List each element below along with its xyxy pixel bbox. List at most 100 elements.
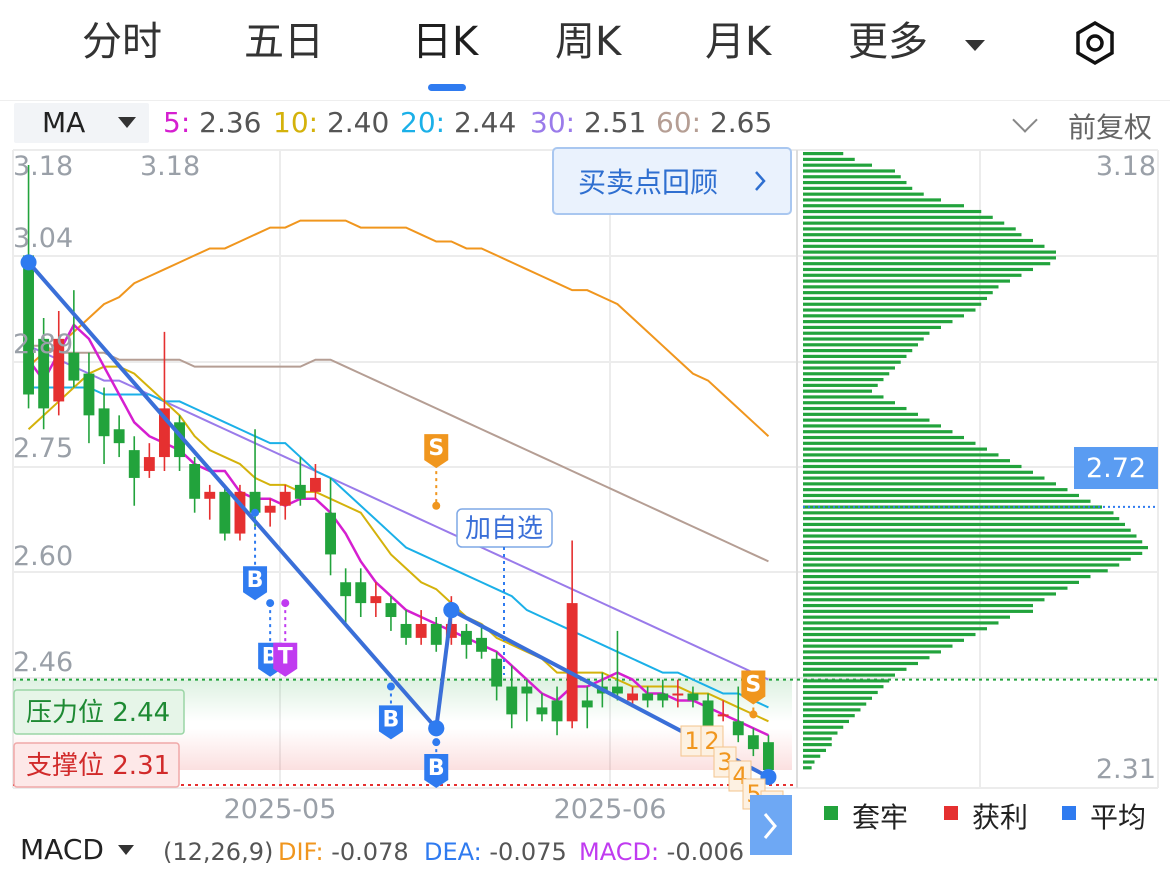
candle-body: [747, 735, 759, 750]
price-tick-label: 3.04: [13, 223, 73, 254]
volume-profile-bar: [803, 244, 1045, 248]
volume-profile-bar: [803, 256, 1056, 260]
macd-selector[interactable]: MACD: [20, 833, 104, 866]
volume-profile-bar: [803, 395, 884, 399]
volume-profile-bar: [803, 349, 913, 353]
volume-profile-bar: [803, 696, 872, 700]
candle-body: [521, 686, 533, 694]
candle-body: [189, 464, 201, 499]
volume-profile-bar: [803, 482, 1056, 486]
price-tick-label: 3.18: [13, 151, 73, 182]
marker-label: B: [383, 707, 400, 732]
trend-point: [20, 254, 37, 271]
volume-profile-bar: [803, 360, 901, 364]
volume-profile-bar: [803, 354, 907, 358]
volume-profile-bar: [803, 453, 999, 457]
volume-profile-bar: [803, 418, 930, 422]
volume-profile-bar: [803, 627, 987, 631]
macd-hist-key: MACD:: [579, 838, 660, 866]
volume-profile-bar: [803, 574, 1091, 579]
candle-body: [340, 582, 352, 597]
candle-body: [536, 707, 548, 715]
volume-profile-bar: [803, 737, 832, 741]
volume-profile-bar: [803, 592, 1056, 596]
volume-profile-bar: [803, 522, 1125, 527]
volume-profile-bar: [803, 343, 918, 347]
marker-dot: [386, 682, 395, 691]
volume-profile-bar: [803, 372, 890, 376]
marker-dot: [432, 738, 441, 747]
marker-label: S: [428, 436, 444, 461]
volume-profile-bar: [803, 314, 964, 318]
volume-profile-bar: [803, 198, 941, 202]
candle-body: [355, 582, 367, 604]
volume-profile-bar: [803, 511, 1114, 515]
volume-profile-bar: [803, 227, 1016, 231]
next-page-button[interactable]: [750, 795, 792, 855]
candle-body: [627, 693, 638, 701]
volume-profile-bar: [803, 406, 907, 411]
candle-body: [310, 477, 321, 492]
volume-profile-bar: [803, 157, 855, 161]
candle-body: [476, 637, 487, 652]
macd-params: (12,26,9): [163, 838, 274, 866]
volume-profile-bar: [803, 714, 855, 718]
top-price-label: 3.18: [140, 151, 200, 182]
volume-profile-bar: [803, 221, 1005, 225]
candle-body: [294, 484, 306, 499]
volume-profile-bar: [803, 285, 999, 289]
candle-body: [143, 457, 155, 471]
candle-body: [204, 491, 216, 499]
candle-body: [113, 429, 125, 444]
volume-profile-bar: [803, 557, 1131, 561]
macd-dif-value: -0.078: [331, 838, 409, 866]
right-axis-top: 3.18: [1096, 151, 1156, 182]
trade-review-label: 买卖点回顾: [578, 166, 718, 199]
volume-profile-bar: [803, 470, 1033, 474]
candle-body: [415, 623, 427, 638]
macd-hist: MACD: -0.006: [579, 838, 744, 866]
support-label: 支撑位 2.31: [26, 751, 170, 781]
volume-profile-bar: [803, 638, 964, 642]
volume-profile-bar: [803, 731, 838, 735]
chevron-down-icon[interactable]: [118, 845, 134, 855]
volume-profile-bar: [803, 748, 826, 753]
candle-body: [702, 700, 714, 729]
volume-profile-bar: [803, 186, 913, 190]
volume-profile-bar: [803, 685, 884, 689]
volume-profile-bar: [803, 366, 895, 370]
volume-profile-bar: [803, 296, 987, 301]
volume-profile-bar: [803, 546, 1148, 550]
legend-average: 平均: [1090, 801, 1147, 834]
candle-body: [264, 505, 276, 513]
volume-profile-bar: [803, 517, 1120, 521]
kline-chart[interactable]: BB TBBSS 3.183.042.892.752.602.463.182025…: [0, 0, 1170, 871]
volume-profile-bar: [803, 690, 878, 695]
candle-body: [83, 373, 95, 416]
volume-profile-bar: [803, 320, 953, 324]
marker-label: T: [278, 645, 293, 670]
macd-hist-value: -0.006: [666, 838, 745, 866]
candle-body: [612, 686, 623, 694]
legend-profit: 获利: [972, 801, 1029, 834]
price-tick-label: 2.75: [13, 433, 73, 464]
volume-profile-bar: [803, 215, 993, 219]
right-axis-bottom: 2.31: [1096, 754, 1156, 785]
volume-profile-bar: [803, 175, 901, 179]
volume-profile-bar: [803, 464, 1022, 469]
volume-profile-bar: [803, 754, 821, 758]
volume-profile-bar: [803, 725, 844, 729]
marker-dot: [432, 501, 441, 510]
volume-profile-bar: [803, 302, 982, 306]
candle-body: [370, 596, 382, 604]
volume-profile-bar: [803, 325, 941, 330]
volume-profile-bar: [803, 430, 953, 434]
candle-body: [566, 603, 578, 722]
volume-profile-bar: [803, 273, 1022, 277]
candle-body: [732, 721, 744, 736]
marker-dot: [281, 599, 290, 608]
trend-point: [443, 602, 460, 619]
legend-trapped-swatch: [824, 806, 838, 820]
volume-profile-bar: [803, 580, 1079, 584]
volume-profile-bar: [803, 667, 907, 671]
